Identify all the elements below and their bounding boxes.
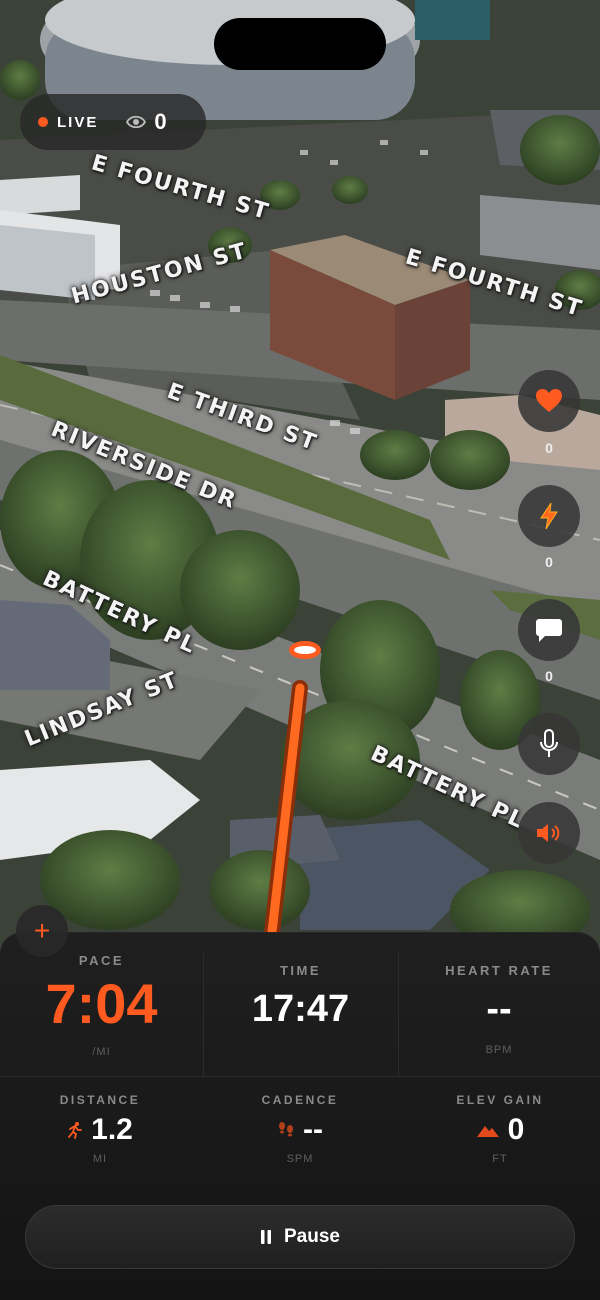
mountain-icon bbox=[476, 1126, 499, 1137]
comment-button[interactable] bbox=[518, 599, 580, 661]
heart-rate-unit: BPM bbox=[485, 1044, 513, 1056]
current-location-marker bbox=[289, 641, 321, 659]
mic-icon bbox=[540, 729, 558, 757]
runner-icon bbox=[68, 1122, 83, 1139]
live-indicator[interactable]: LIVE 0 bbox=[20, 94, 206, 150]
footsteps-icon bbox=[279, 1122, 293, 1137]
elev-gain-stat: ELEV GAIN 0 FT bbox=[400, 1093, 600, 1165]
live-label: LIVE bbox=[57, 113, 99, 131]
heart-rate-value: -- bbox=[486, 988, 512, 1030]
pace-unit: /MI bbox=[92, 1046, 111, 1058]
elev-gain-label: ELEV GAIN bbox=[456, 1093, 544, 1107]
heart-count: 0 bbox=[545, 440, 553, 456]
cadence-unit: SPM bbox=[286, 1153, 314, 1165]
eye-icon bbox=[126, 115, 147, 129]
heart-rate-stat: HEART RATE -- BPM bbox=[398, 963, 600, 1056]
add-button[interactable]: + bbox=[16, 905, 68, 957]
distance-stat: DISTANCE 1.2 MI bbox=[0, 1093, 200, 1165]
pause-label: Pause bbox=[284, 1226, 340, 1247]
pace-label: PACE bbox=[78, 953, 125, 968]
speaker-icon bbox=[537, 824, 560, 842]
bolt-icon bbox=[540, 502, 558, 530]
pace-stat: PACE 7:04 /MI bbox=[0, 953, 203, 1058]
chat-icon bbox=[536, 619, 562, 642]
boost-button[interactable] bbox=[518, 485, 580, 547]
time-label: TIME bbox=[279, 963, 322, 978]
boost-count: 0 bbox=[545, 554, 553, 570]
audio-button[interactable] bbox=[518, 802, 580, 864]
time-stat: TIME 17:47 bbox=[203, 963, 398, 1030]
cadence-value: -- bbox=[303, 1113, 323, 1146]
dynamic-island bbox=[214, 18, 386, 70]
live-dot-icon bbox=[38, 117, 48, 127]
viewer-count: 0 bbox=[154, 109, 167, 134]
cadence-stat: CADENCE -- SPM bbox=[200, 1093, 400, 1165]
comment-count: 0 bbox=[545, 668, 553, 684]
stats-panel: PACE 7:04 /MI TIME 17:47 HEART RATE -- B… bbox=[0, 932, 600, 1300]
elev-gain-unit: FT bbox=[492, 1153, 508, 1165]
cadence-label: CADENCE bbox=[261, 1093, 339, 1107]
pause-button[interactable]: Pause bbox=[25, 1205, 575, 1269]
distance-unit: MI bbox=[92, 1153, 108, 1165]
pause-icon bbox=[261, 1230, 271, 1244]
heart-rate-label: HEART RATE bbox=[445, 963, 553, 978]
time-value: 17:47 bbox=[251, 988, 350, 1030]
distance-label: DISTANCE bbox=[59, 1093, 141, 1107]
viewer-count-group: 0 bbox=[126, 109, 167, 135]
pace-value: 7:04 bbox=[45, 972, 158, 1035]
plus-icon: + bbox=[33, 915, 51, 946]
heart-button[interactable] bbox=[518, 370, 580, 432]
elev-gain-value: 0 bbox=[507, 1113, 525, 1146]
microphone-button[interactable] bbox=[518, 713, 580, 775]
heart-icon bbox=[536, 389, 562, 412]
divider bbox=[0, 1076, 600, 1077]
distance-value: 1.2 bbox=[91, 1113, 133, 1146]
